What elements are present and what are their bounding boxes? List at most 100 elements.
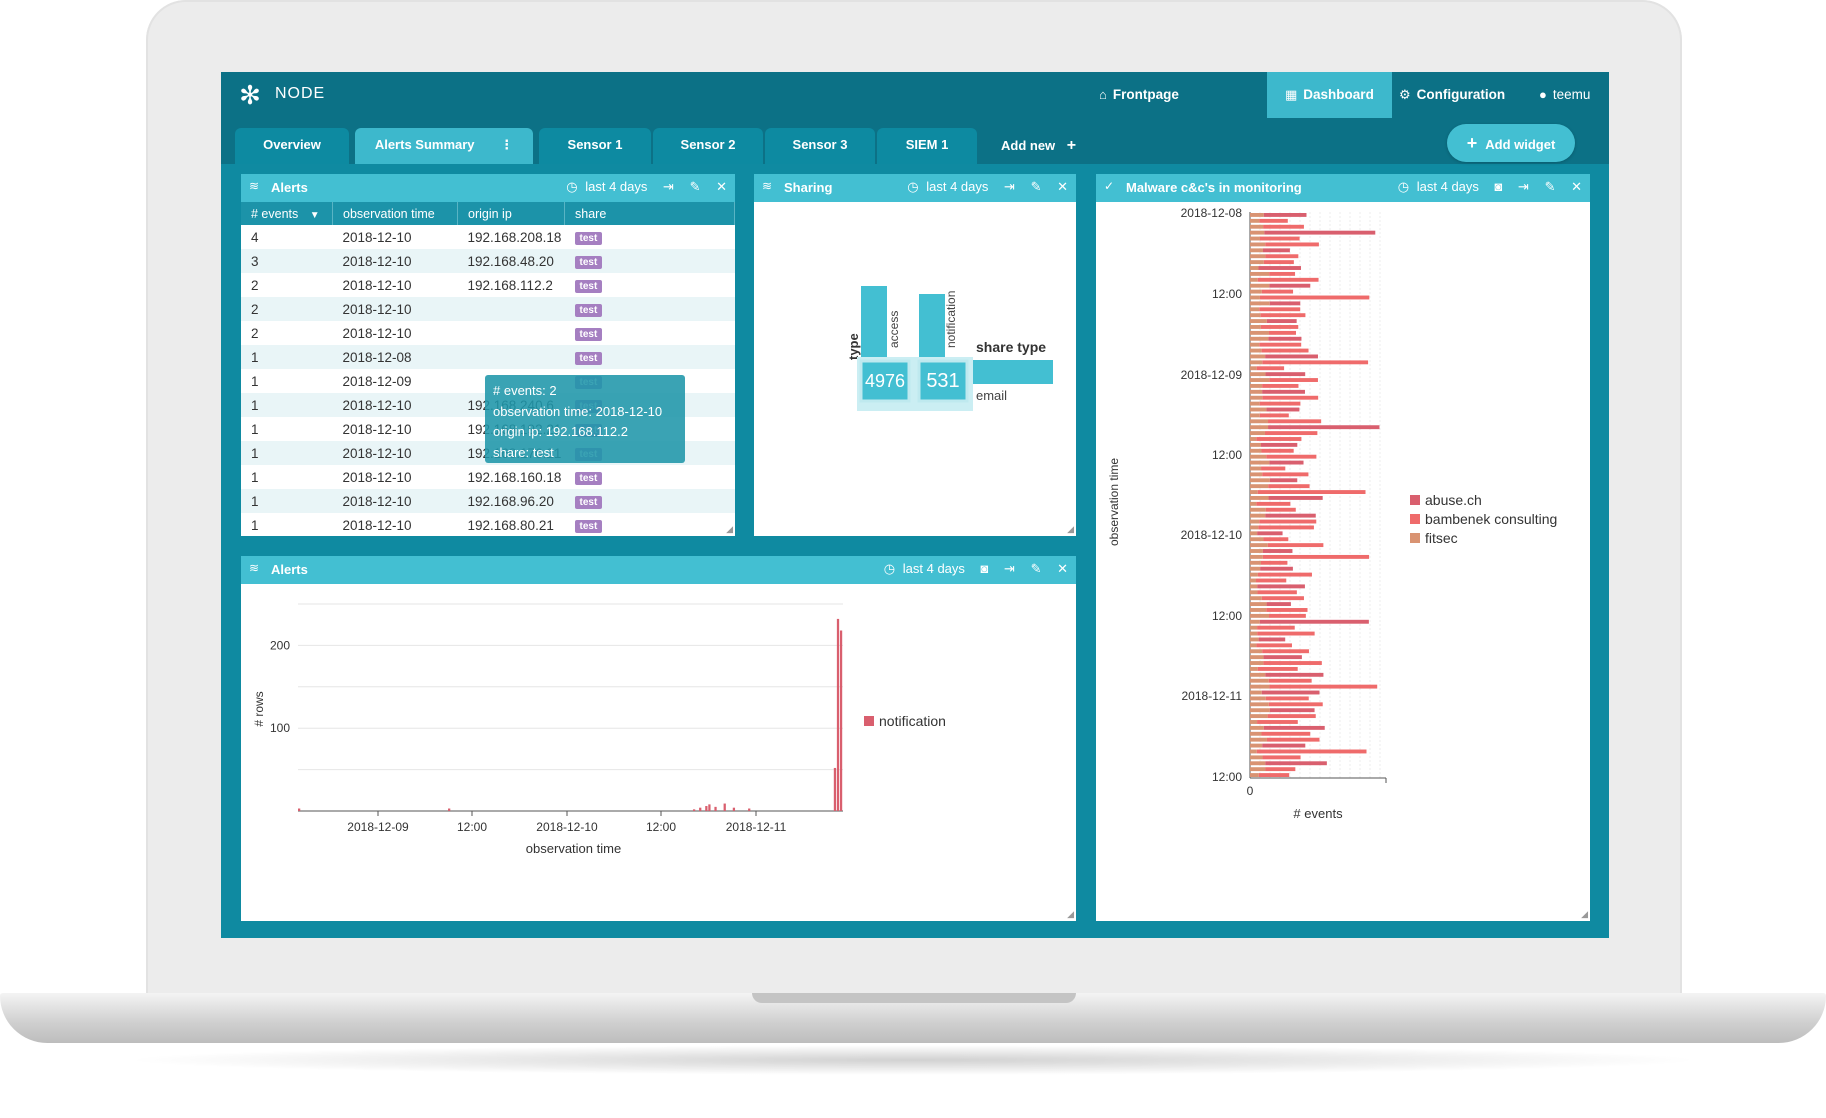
bar-fitsec [1250, 619, 1260, 624]
bar-fitsec [1250, 702, 1269, 707]
tab-sensor-1[interactable]: Sensor 1 [539, 128, 651, 164]
y-tick-label: 12:00 [1212, 770, 1242, 784]
time-range[interactable]: last 4 days [1417, 179, 1479, 194]
close-icon[interactable]: ✕ [1057, 561, 1068, 576]
export-icon[interactable]: ⇥ [663, 179, 674, 194]
bar-segment [1257, 572, 1312, 577]
share-badge[interactable]: test [574, 472, 603, 485]
add-new-tab[interactable]: Add new + [1001, 128, 1076, 164]
table-row[interactable]: 3 2018-12-10 192.168.48.20 test [241, 249, 735, 273]
sharing-widget: ≋ Sharing ◷ last 4 days ⇥ ✎ ✕ access not… [754, 174, 1076, 536]
y-tick-label: 2018-12-11 [1182, 689, 1243, 703]
close-icon[interactable]: ✕ [1057, 179, 1068, 194]
share-badge[interactable]: test [574, 232, 603, 245]
edit-pencil-icon[interactable]: ✎ [1031, 561, 1042, 576]
notification-bar[interactable] [919, 294, 945, 360]
tab-label: Overview [263, 137, 321, 152]
edit-pencil-icon[interactable]: ✎ [1031, 179, 1042, 194]
resize-handle-icon[interactable]: ◢ [1067, 524, 1074, 535]
resize-handle-icon[interactable]: ◢ [1067, 909, 1074, 920]
tab-siem-1[interactable]: SIEM 1 [877, 128, 977, 164]
y-tick-label: 12:00 [1212, 609, 1242, 623]
table-row[interactable]: 2 2018-12-10 192.168.112.2 test [241, 273, 735, 297]
tab-sensor-3[interactable]: Sensor 3 [765, 128, 875, 164]
column-header-observation-time[interactable]: observation time [332, 202, 458, 225]
bar-fitsec [1250, 631, 1258, 636]
add-widget-button[interactable]: + Add widget [1447, 124, 1575, 162]
table-row[interactable]: 1 2018-12-10 192.168.80.21 test [241, 513, 735, 536]
share-badge[interactable]: test [574, 520, 603, 533]
bar-segment [1257, 590, 1297, 595]
brand-name[interactable]: NODE [275, 85, 325, 103]
bar-segment [1267, 543, 1324, 548]
export-icon[interactable]: ⇥ [1004, 179, 1015, 194]
bar-fitsec [1250, 236, 1260, 241]
bar-segment [1262, 743, 1306, 748]
chart-bar [836, 618, 840, 811]
legend-swatch [1410, 495, 1420, 505]
clock-icon[interactable]: ◷ [566, 179, 577, 194]
bar-segment [1259, 218, 1288, 223]
share-badge[interactable]: test [574, 280, 603, 293]
camera-icon[interactable]: ◙ [1495, 179, 1503, 194]
bar-fitsec [1250, 289, 1262, 294]
bar-segment [1265, 354, 1318, 359]
email-bar[interactable] [973, 360, 1053, 384]
nav-dashboard[interactable]: ▦ Dashboard [1267, 72, 1392, 118]
column-header-share[interactable]: share [564, 202, 735, 225]
bar-segment [1265, 242, 1319, 247]
time-range[interactable]: last 4 days [926, 179, 988, 194]
table-row[interactable]: 4 2018-12-10 192.168.208.18 test [241, 225, 735, 249]
y-tick-label: 2018-12-08 [1181, 206, 1243, 220]
resize-handle-icon[interactable]: ◢ [726, 524, 733, 535]
table-row[interactable]: 2 2018-12-10 test [241, 297, 735, 321]
table-row[interactable]: 2 2018-12-10 test [241, 321, 735, 345]
share-badge[interactable]: test [574, 496, 603, 509]
chart-bar [298, 808, 301, 811]
table-row[interactable]: 1 2018-12-10 192.168.160.18 test [241, 465, 735, 489]
bar-segment [1262, 649, 1309, 654]
resize-handle-icon[interactable]: ◢ [1581, 909, 1588, 920]
column-header-origin-ip[interactable]: origin ip [457, 202, 565, 225]
camera-icon[interactable]: ◙ [981, 561, 989, 576]
tab-sensor-2[interactable]: Sensor 2 [653, 128, 763, 164]
bar-segment [1268, 702, 1323, 707]
export-icon[interactable]: ⇥ [1004, 561, 1015, 576]
clock-icon[interactable]: ◷ [1398, 179, 1409, 194]
more-vertical-icon[interactable]: ⋮ [500, 137, 513, 152]
close-icon[interactable]: ✕ [1571, 179, 1582, 194]
share-badge[interactable]: test [574, 328, 603, 341]
nav-user[interactable]: ● teemu [1521, 72, 1608, 118]
nav-frontpage[interactable]: ⌂ Frontpage [1081, 72, 1197, 118]
edit-pencil-icon[interactable]: ✎ [1545, 179, 1556, 194]
edit-pencil-icon[interactable]: ✎ [690, 179, 701, 194]
y-tick-label: 2018-12-10 [1181, 528, 1243, 542]
time-range[interactable]: last 4 days [585, 179, 647, 194]
table-row[interactable]: 1 2018-12-10 192.168.96.20 test [241, 489, 735, 513]
sort-desc-icon[interactable]: ▼ [310, 210, 320, 221]
share-badge[interactable]: test [574, 304, 603, 317]
tab-overview[interactable]: Overview [235, 128, 349, 164]
export-icon[interactable]: ⇥ [1518, 179, 1529, 194]
clock-icon[interactable]: ◷ [884, 561, 895, 576]
bar-segment [1261, 690, 1320, 695]
table-row[interactable]: 1 2018-12-08 test [241, 345, 735, 369]
clock-icon[interactable]: ◷ [907, 179, 918, 194]
bar-fitsec [1250, 478, 1270, 483]
close-icon[interactable]: ✕ [716, 179, 727, 194]
column-header-events[interactable]: # events ▼ [241, 202, 333, 225]
cell-events: 1 [241, 489, 333, 513]
snowflake-logo-icon[interactable]: ✻ [235, 80, 265, 110]
access-bar[interactable] [861, 286, 887, 360]
time-range[interactable]: last 4 days [903, 561, 965, 576]
bar-fitsec [1250, 484, 1269, 489]
share-badge[interactable]: test [574, 256, 603, 269]
tab-alerts-summary[interactable]: Alerts Summary ⋮ [355, 128, 533, 164]
share-badge[interactable]: test [574, 352, 603, 365]
cell-observation-time: 2018-12-10 [342, 469, 412, 485]
cell-events: 2 [241, 297, 333, 321]
plus-icon: + [1066, 137, 1077, 154]
widget-title: Malware c&c's in monitoring [1126, 180, 1302, 195]
bar-fitsec [1250, 360, 1263, 365]
nav-configuration[interactable]: ⚙ Configuration [1381, 72, 1523, 118]
